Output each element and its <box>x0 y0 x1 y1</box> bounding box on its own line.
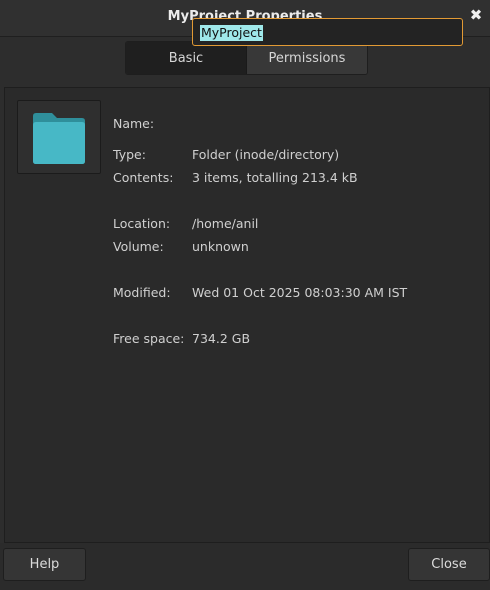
close-icon[interactable]: ✖ <box>468 7 484 23</box>
volume-value: unknown <box>192 239 249 254</box>
modified-value: Wed 01 Oct 2025 08:03:30 AM IST <box>192 285 408 300</box>
modified-label: Modified: <box>113 285 171 300</box>
free-space-value: 734.2 GB <box>192 331 251 346</box>
tab-switcher: Basic Permissions <box>125 41 368 75</box>
contents-label: Contents: <box>113 170 174 185</box>
contents-value: 3 items, totalling 213.4 kB <box>192 170 358 185</box>
name-field-value[interactable]: MyProject <box>200 25 263 41</box>
folder-icon <box>33 113 85 164</box>
location-value: /home/anil <box>192 216 259 231</box>
properties-window: MyProject Properties ✖ Basic Permissions… <box>0 0 490 590</box>
name-field[interactable]: MyProject <box>192 18 463 46</box>
volume-label: Volume: <box>113 239 164 254</box>
name-label: Name: <box>113 116 155 131</box>
type-value: Folder (inode/directory) <box>192 147 340 162</box>
free-space-label: Free space: <box>113 331 185 346</box>
tab-permissions[interactable]: Permissions <box>247 42 367 74</box>
help-button[interactable]: Help <box>3 548 86 581</box>
tab-basic[interactable]: Basic <box>126 42 247 74</box>
type-label: Type: <box>113 147 146 162</box>
close-button[interactable]: Close <box>408 548 490 581</box>
folder-icon-button[interactable] <box>17 100 101 174</box>
location-label: Location: <box>113 216 171 231</box>
